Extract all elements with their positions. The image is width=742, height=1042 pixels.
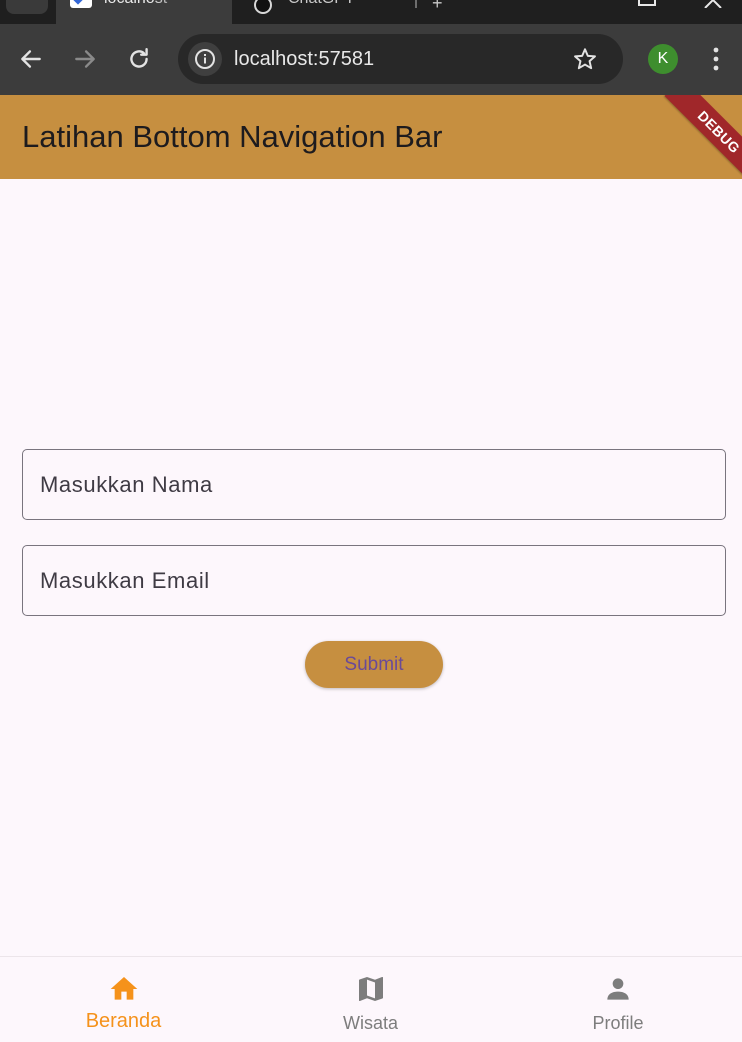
email-input[interactable] (23, 546, 725, 615)
flutter-favicon-icon (70, 0, 92, 8)
tab-separator (415, 0, 417, 8)
nav-item-label: Profile (592, 1013, 644, 1033)
tab-search-button[interactable] (6, 0, 48, 14)
window-restore-icon[interactable] (638, 0, 656, 6)
nav-item-wisata[interactable]: Wisata (247, 957, 494, 1042)
url-text[interactable]: localhost:57581 (234, 48, 374, 71)
site-info-icon[interactable] (188, 42, 222, 76)
tab-title-fade (152, 0, 192, 10)
address-bar[interactable]: localhost:57581 (178, 34, 623, 84)
nav-item-beranda[interactable]: Beranda (0, 957, 247, 1042)
browser-tab-active[interactable]: localhost (56, 0, 232, 24)
name-field[interactable] (22, 449, 726, 520)
name-input[interactable] (23, 450, 725, 519)
map-icon (358, 977, 383, 1001)
reload-icon[interactable] (126, 46, 152, 72)
back-arrow-icon[interactable] (18, 46, 44, 72)
forward-arrow-icon[interactable] (72, 46, 98, 72)
app-bar: Latihan Bottom Navigation Bar DEBUG (0, 95, 742, 179)
person-icon (607, 978, 629, 1000)
window-close-icon[interactable] (702, 0, 724, 8)
nav-item-label: Beranda (85, 1010, 162, 1032)
viewport: localhost ChatGPT + (0, 0, 742, 1042)
bookmark-star-icon[interactable] (572, 46, 598, 72)
email-field[interactable] (22, 545, 726, 616)
bottom-navigation-bar: Beranda Wisata Profile (0, 956, 742, 1042)
browser-menu-icon[interactable] (706, 44, 726, 74)
submit-button[interactable]: Submit (305, 641, 443, 688)
profile-avatar[interactable]: K (648, 44, 678, 74)
chatgpt-favicon-icon (254, 0, 272, 14)
nav-item-profile[interactable]: Profile (494, 957, 742, 1042)
home-icon (110, 977, 137, 1000)
debug-banner: DEBUG (664, 95, 742, 179)
browser-toolbar: localhost:57581 K (0, 24, 742, 95)
tab-title: ChatGPT (288, 0, 355, 8)
browser-tab-strip: localhost ChatGPT + (0, 0, 742, 24)
browser-tab-inactive[interactable]: ChatGPT (252, 0, 412, 24)
page-title: Latihan Bottom Navigation Bar (22, 119, 443, 154)
new-tab-icon[interactable]: + (432, 0, 443, 12)
nav-item-label: Wisata (342, 1013, 398, 1033)
